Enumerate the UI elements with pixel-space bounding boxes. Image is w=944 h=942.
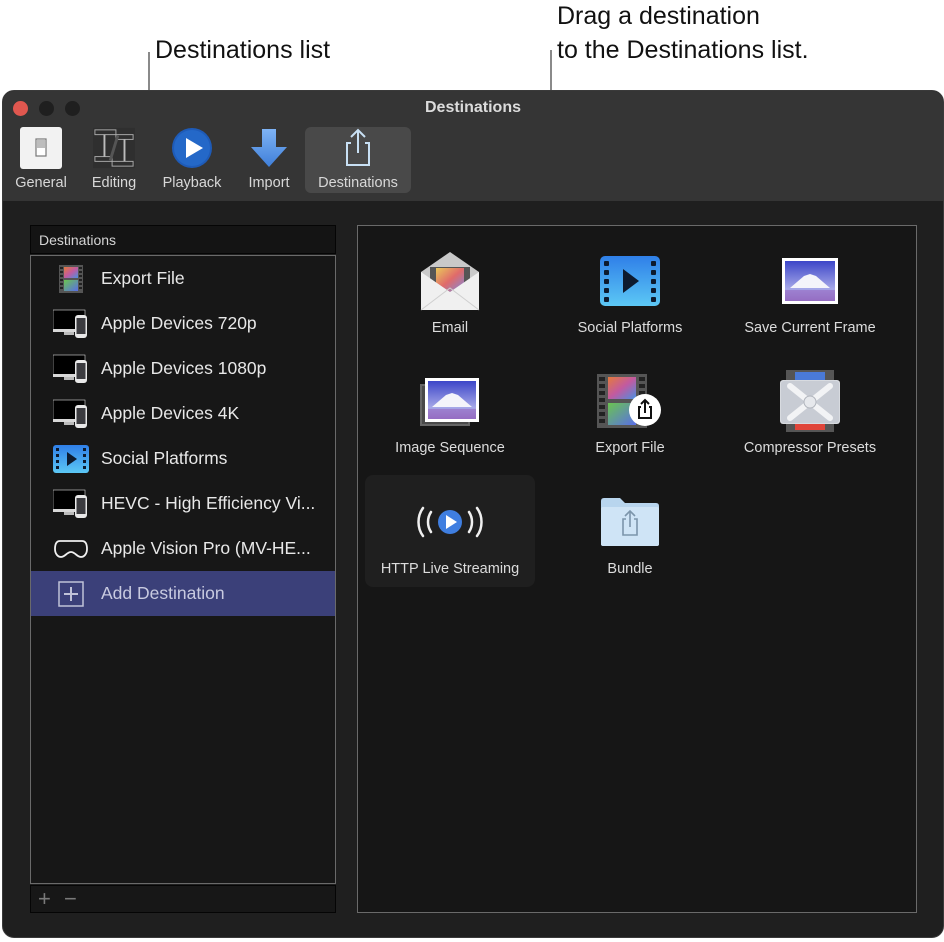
broadcast-icon [417, 489, 483, 555]
list-item-label: Export File [101, 268, 185, 288]
template-label: Export File [595, 440, 665, 456]
tab-editing[interactable]: Editing [81, 127, 147, 193]
template-label: Save Current Frame [744, 320, 876, 336]
tab-general[interactable]: General [9, 127, 73, 193]
plus-box-icon [53, 579, 89, 609]
list-item-hevc[interactable]: HEVC - High Efficiency Vi... [31, 481, 335, 526]
callout-drag-line2: to the Destinations list. [557, 36, 809, 64]
share-icon [337, 127, 379, 169]
switch-icon [20, 127, 62, 169]
tab-import-label: Import [248, 175, 290, 191]
template-social-platforms[interactable]: Social Platforms [545, 234, 715, 346]
list-item-label: Apple Vision Pro (MV-HE... [101, 538, 311, 558]
list-footer: + − [30, 885, 336, 913]
film-edit-icon [93, 127, 135, 169]
compressor-icon [777, 368, 843, 434]
destination-templates-grid: Email Social Platforms Save Current Fram… [357, 225, 917, 913]
list-item-apple-devices-1080p[interactable]: Apple Devices 1080p [31, 346, 335, 391]
tab-destinations[interactable]: Destinations [305, 127, 411, 193]
list-item-label: Social Platforms [101, 448, 228, 468]
template-save-current-frame[interactable]: Save Current Frame [725, 234, 895, 346]
tab-editing-label: Editing [91, 175, 137, 191]
template-http-live-streaming[interactable]: HTTP Live Streaming [365, 475, 535, 587]
template-email[interactable]: Email [365, 234, 535, 346]
remove-destination-button[interactable]: − [64, 887, 77, 911]
list-item-export-file[interactable]: Export File [31, 256, 335, 301]
preferences-window: Destinations General Editing Playback Im… [2, 90, 944, 938]
list-item-apple-vision-pro[interactable]: Apple Vision Pro (MV-HE... [31, 526, 335, 571]
template-label: Social Platforms [577, 320, 683, 336]
list-item-add-destination[interactable]: Add Destination [31, 571, 335, 616]
list-item-label: Apple Devices 720p [101, 313, 257, 333]
list-item-apple-devices-4k[interactable]: Apple Devices 4K [31, 391, 335, 436]
photo-stack-icon [417, 368, 483, 434]
tab-playback-label: Playback [162, 175, 222, 191]
window-title: Destinations [424, 99, 521, 116]
video-play-icon [53, 444, 89, 474]
devices-icon [53, 309, 89, 339]
devices-icon [53, 489, 89, 519]
devices-icon [53, 354, 89, 384]
destinations-list-header: Destinations [30, 225, 336, 254]
tab-general-label: General [15, 175, 67, 191]
tab-playback[interactable]: Playback [157, 127, 227, 193]
film-strip-icon [53, 264, 89, 294]
list-item-label: HEVC - High Efficiency Vi... [101, 493, 316, 513]
callout-destinations-list: Destinations list [155, 36, 331, 64]
photo-icon [777, 248, 843, 314]
template-bundle[interactable]: Bundle [545, 475, 715, 587]
template-label: HTTP Live Streaming [380, 561, 520, 577]
video-play-icon [597, 248, 663, 314]
titlebar: Destinations General Editing Playback Im… [3, 91, 943, 201]
callout-drag-line1: Drag a destination [557, 2, 760, 30]
template-export-file[interactable]: Export File [545, 354, 715, 466]
list-item-label: Apple Devices 4K [101, 403, 240, 423]
template-label: Image Sequence [395, 440, 505, 456]
list-item-label: Apple Devices 1080p [101, 358, 267, 378]
film-share-icon [597, 368, 663, 434]
tab-import[interactable]: Import [239, 127, 299, 193]
destinations-list[interactable]: Export File Apple Devices 720p Apple Dev… [30, 255, 336, 884]
play-circle-icon [171, 127, 213, 169]
envelope-icon [417, 248, 483, 314]
list-item-social-platforms[interactable]: Social Platforms [31, 436, 335, 481]
template-label: Email [431, 320, 469, 336]
add-destination-button[interactable]: + [38, 887, 51, 911]
template-compressor-presets[interactable]: Compressor Presets [725, 354, 895, 466]
folder-share-icon [597, 489, 663, 555]
template-label: Bundle [607, 561, 653, 577]
template-image-sequence[interactable]: Image Sequence [365, 354, 535, 466]
list-item-label: Add Destination [101, 583, 225, 603]
devices-icon [53, 399, 89, 429]
list-item-apple-devices-720p[interactable]: Apple Devices 720p [31, 301, 335, 346]
tab-destinations-label: Destinations [318, 175, 398, 191]
vision-pro-icon [53, 534, 89, 564]
template-label: Compressor Presets [743, 440, 877, 456]
arrow-down-icon [248, 127, 290, 169]
